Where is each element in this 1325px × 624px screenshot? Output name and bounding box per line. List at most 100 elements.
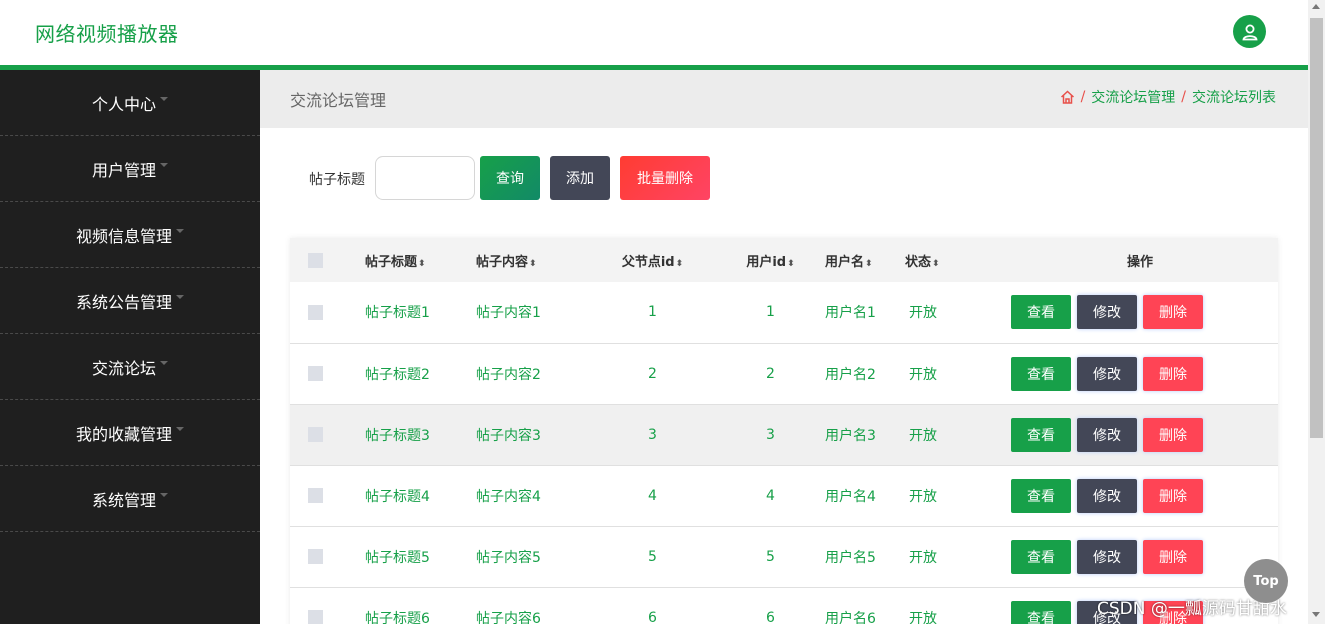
- edit-button[interactable]: 修改: [1077, 478, 1137, 513]
- table-row: 帖子标题1 帖子内容1 1 1 用户名1 开放 查看 修改 删除: [290, 282, 1278, 343]
- breadcrumb-separator: /: [1080, 89, 1086, 105]
- query-button[interactable]: 查询: [480, 156, 540, 200]
- user-avatar[interactable]: [1233, 15, 1266, 48]
- cell-status: 开放: [909, 488, 937, 505]
- cell-user-id: 4: [766, 487, 775, 504]
- view-button[interactable]: 查看: [1011, 478, 1071, 513]
- cell-parent-id: 3: [648, 426, 657, 443]
- column-header-content[interactable]: 帖子内容⬍: [476, 238, 589, 282]
- search-bar: 帖子标题 查询 添加 批量删除: [260, 156, 1308, 200]
- cell-content: 帖子内容3: [476, 427, 541, 444]
- sort-icon[interactable]: ⬍: [529, 259, 537, 269]
- cell-username: 用户名4: [825, 488, 876, 505]
- sidebar-item-video-management[interactable]: 视频信息管理: [0, 202, 260, 268]
- home-icon[interactable]: [1060, 90, 1075, 104]
- batch-delete-button[interactable]: 批量删除: [620, 156, 710, 200]
- column-header-username[interactable]: 用户名⬍: [825, 238, 905, 282]
- sidebar-item-label: 我的收藏管理: [75, 424, 172, 444]
- cell-user-id: 2: [766, 365, 775, 382]
- cell-title: 帖子标题3: [365, 427, 430, 444]
- view-button[interactable]: 查看: [1011, 356, 1071, 391]
- page-title: 交流论坛管理: [290, 91, 387, 110]
- view-button[interactable]: 查看: [1011, 295, 1071, 330]
- edit-button[interactable]: 修改: [1077, 295, 1137, 330]
- cell-title: 帖子标题6: [365, 610, 430, 624]
- sidebar-item-favorites-management[interactable]: 我的收藏管理: [0, 400, 260, 466]
- cell-username: 用户名2: [825, 366, 876, 383]
- table-row: 帖子标题5 帖子内容5 5 5 用户名5 开放 查看 修改 删除: [290, 526, 1278, 587]
- delete-button[interactable]: 删除: [1143, 356, 1203, 391]
- top-header: 网络视频播放器: [0, 0, 1308, 70]
- cell-username: 用户名3: [825, 427, 876, 444]
- scrollbar-thumb[interactable]: [1310, 18, 1323, 438]
- sort-icon[interactable]: ⬍: [418, 259, 426, 269]
- forum-table: 帖子标题⬍ 帖子内容⬍ 父节点id⬍ 用户id⬍ 用户名⬍ 状态⬍ 操作 帖子标…: [290, 238, 1278, 624]
- delete-button[interactable]: 删除: [1143, 478, 1203, 513]
- sidebar-menu: 个人中心 用户管理 视频信息管理 系统公告管理 交流论坛 我的收藏管理 系统管理: [0, 70, 260, 624]
- add-button[interactable]: 添加: [550, 156, 610, 200]
- delete-button[interactable]: 删除: [1143, 539, 1203, 574]
- scroll-down-arrow-icon[interactable]: [1312, 612, 1320, 617]
- edit-button[interactable]: 修改: [1077, 356, 1137, 391]
- cell-content: 帖子内容2: [476, 366, 541, 383]
- cell-username: 用户名1: [825, 305, 876, 322]
- user-icon: [1241, 24, 1258, 40]
- app-brand-title[interactable]: 网络视频播放器: [35, 18, 179, 47]
- cell-user-id: 5: [766, 548, 775, 565]
- sort-icon[interactable]: ⬍: [865, 259, 873, 269]
- edit-button[interactable]: 修改: [1077, 417, 1137, 452]
- select-all-checkbox[interactable]: [308, 252, 323, 268]
- sidebar-item-personal-center[interactable]: 个人中心: [0, 70, 260, 136]
- scroll-up-arrow-icon[interactable]: [1312, 4, 1320, 9]
- caret-down-icon: [160, 360, 168, 365]
- sidebar-item-announcement-management[interactable]: 系统公告管理: [0, 268, 260, 334]
- caret-down-icon: [160, 492, 168, 497]
- row-checkbox[interactable]: [308, 610, 323, 624]
- row-checkbox[interactable]: [308, 427, 323, 442]
- table-row: 帖子标题3 帖子内容3 3 3 用户名3 开放 查看 修改 删除: [290, 404, 1278, 465]
- table-header-row: 帖子标题⬍ 帖子内容⬍ 父节点id⬍ 用户id⬍ 用户名⬍ 状态⬍ 操作: [290, 238, 1278, 282]
- column-header-title[interactable]: 帖子标题⬍: [365, 238, 476, 282]
- cell-title: 帖子标题5: [365, 549, 430, 566]
- row-checkbox[interactable]: [308, 366, 323, 381]
- back-to-top-button[interactable]: Top: [1244, 559, 1288, 603]
- view-button[interactable]: 查看: [1011, 600, 1071, 624]
- cell-parent-id: 2: [648, 365, 657, 382]
- view-button[interactable]: 查看: [1011, 417, 1071, 452]
- edit-button[interactable]: 修改: [1077, 539, 1137, 574]
- column-header-user-id[interactable]: 用户id⬍: [716, 238, 825, 282]
- cell-parent-id: 5: [648, 548, 657, 565]
- sidebar-item-user-management[interactable]: 用户管理: [0, 136, 260, 202]
- delete-button[interactable]: 删除: [1143, 295, 1203, 330]
- cell-title: 帖子标题1: [365, 305, 430, 322]
- sort-icon[interactable]: ⬍: [932, 259, 940, 269]
- column-header-operations: 操作: [1126, 254, 1153, 270]
- sidebar-item-forum[interactable]: 交流论坛: [0, 334, 260, 400]
- column-header-status[interactable]: 状态⬍: [905, 238, 1002, 282]
- cell-username: 用户名5: [825, 549, 876, 566]
- breadcrumb-item-forum-management[interactable]: 交流论坛管理: [1091, 87, 1175, 107]
- row-checkbox[interactable]: [308, 549, 323, 564]
- sidebar-item-label: 个人中心: [91, 94, 156, 114]
- sidebar-item-label: 系统公告管理: [75, 292, 172, 312]
- cell-title: 帖子标题4: [365, 488, 430, 505]
- sort-icon[interactable]: ⬍: [787, 259, 795, 269]
- title-bar: 交流论坛管理 / 交流论坛管理 / 交流论坛列表: [260, 70, 1308, 128]
- table-row: 帖子标题2 帖子内容2 2 2 用户名2 开放 查看 修改 删除: [290, 343, 1278, 404]
- column-header-parent-id[interactable]: 父节点id⬍: [589, 238, 716, 282]
- cell-user-id: 1: [766, 304, 775, 321]
- delete-button[interactable]: 删除: [1143, 417, 1203, 452]
- post-title-search-input[interactable]: [375, 156, 475, 200]
- caret-down-icon: [176, 426, 184, 431]
- row-checkbox[interactable]: [308, 304, 323, 320]
- sort-icon[interactable]: ⬍: [676, 259, 684, 269]
- page-scrollbar[interactable]: [1308, 0, 1325, 624]
- row-checkbox[interactable]: [308, 488, 323, 503]
- breadcrumb: / 交流论坛管理 / 交流论坛列表: [1060, 87, 1276, 107]
- cell-status: 开放: [909, 427, 937, 444]
- view-button[interactable]: 查看: [1011, 539, 1071, 574]
- breadcrumb-item-forum-list[interactable]: 交流论坛列表: [1192, 87, 1276, 107]
- caret-down-icon: [176, 228, 184, 233]
- cell-parent-id: 4: [648, 487, 657, 504]
- sidebar-item-system-management[interactable]: 系统管理: [0, 466, 260, 532]
